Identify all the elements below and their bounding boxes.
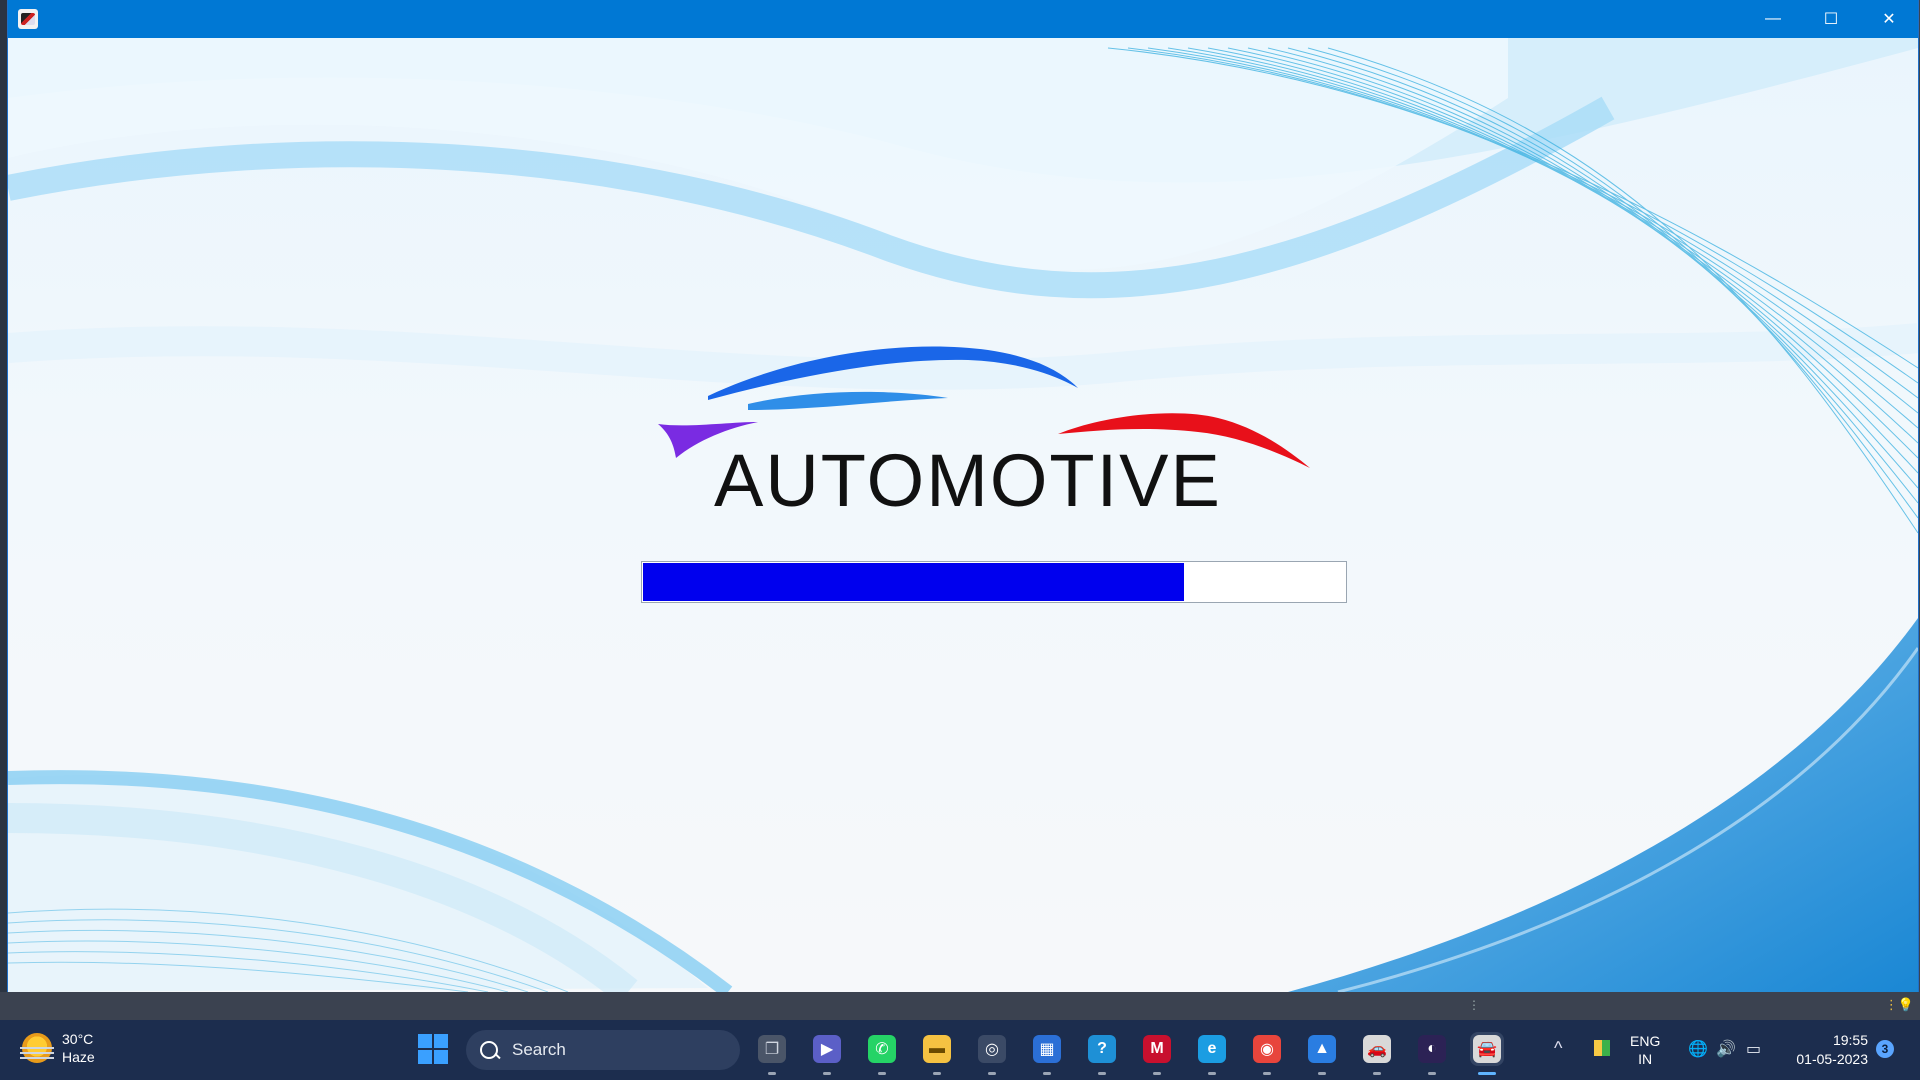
app-circle-icon: ◎ <box>978 1035 1006 1063</box>
running-indicator <box>1208 1072 1216 1075</box>
dots-icon: ⋮ <box>1468 998 1480 1012</box>
tray-app-icon[interactable] <box>1594 1040 1610 1056</box>
running-indicator <box>878 1072 886 1075</box>
taskbar-app-button[interactable]: ▬ <box>920 1032 954 1075</box>
search-icon <box>480 1041 498 1059</box>
desktop-edge <box>0 0 8 992</box>
taskbar: 30°C Haze Search ❐ ▶ ✆ ▬ ◎ ▦? Me ◉ ▲ 🚗 ◐ 🚘 ^ ENG IN… <box>0 1020 1920 1080</box>
taskbar-app-button[interactable]: ▶ <box>810 1032 844 1075</box>
taskbar-app-button[interactable]: ▲ <box>1305 1032 1339 1075</box>
teams-icon: ▶ <box>813 1035 841 1063</box>
clock-time: 19:55 <box>1832 1032 1868 1048</box>
eclipse-icon: ◐ <box>1418 1035 1446 1063</box>
clock[interactable]: 19:55 01-05-2023 <box>1786 1031 1868 1069</box>
taskbar-app-button[interactable]: M <box>1140 1032 1174 1075</box>
running-indicator <box>1478 1072 1496 1075</box>
maximize-button[interactable]: ☐ <box>1802 0 1860 38</box>
taskbar-app-button[interactable]: ? <box>1085 1032 1119 1075</box>
taskbar-search[interactable]: Search <box>466 1030 740 1070</box>
title-bar[interactable]: — ☐ ✕ <box>8 0 1918 38</box>
network-icon[interactable]: 🌐 <box>1688 1039 1708 1059</box>
car-app-icon: 🚗 <box>1363 1035 1391 1063</box>
running-indicator <box>988 1072 996 1075</box>
close-button[interactable]: ✕ <box>1860 0 1918 38</box>
splash-background: AUTOMOTIVE <box>8 38 1918 992</box>
start-button[interactable] <box>418 1034 448 1064</box>
taskbar-app-button[interactable]: ◎ <box>975 1032 1009 1075</box>
help-icon: ? <box>1088 1035 1116 1063</box>
progress-fill <box>643 563 1184 601</box>
taskbar-app-button[interactable]: ✆ <box>865 1032 899 1075</box>
automotive-app-icon: 🚘 <box>1473 1035 1501 1063</box>
windows-logo-icon <box>418 1034 432 1048</box>
running-indicator <box>1043 1072 1051 1075</box>
loading-progress-bar <box>641 561 1347 603</box>
edge-icon: e <box>1198 1035 1226 1063</box>
region-code: IN <box>1638 1051 1653 1067</box>
taskbar-app-button[interactable]: ◉ <box>1250 1032 1284 1075</box>
running-indicator <box>823 1072 831 1075</box>
running-indicator <box>1318 1072 1326 1075</box>
volume-icon[interactable]: 🔊 <box>1716 1039 1736 1059</box>
splash-window: — ☐ ✕ AUTOMOTIVE <box>8 0 1918 992</box>
search-placeholder: Search <box>512 1040 566 1059</box>
running-indicator <box>1263 1072 1271 1075</box>
weather-temperature: 30°C <box>62 1031 94 1047</box>
taskbar-app-button[interactable]: 🚘 <box>1470 1032 1504 1075</box>
haze-weather-icon <box>20 1033 54 1063</box>
task-view-icon: ❐ <box>758 1035 786 1063</box>
clock-date: 01-05-2023 <box>1796 1051 1868 1067</box>
running-indicator <box>1373 1072 1381 1075</box>
automotive-logo: AUTOMOTIVE <box>648 318 1348 522</box>
show-hidden-icons-chevron-icon[interactable]: ^ <box>1554 1038 1562 1059</box>
whatsapp-icon: ✆ <box>868 1035 896 1063</box>
photos-icon: ▲ <box>1308 1035 1336 1063</box>
running-indicator <box>1428 1072 1436 1075</box>
running-indicator <box>768 1072 776 1075</box>
taskbar-app-button[interactable]: ◐ <box>1415 1032 1449 1075</box>
weather-widget[interactable]: 30°C Haze <box>20 1030 95 1066</box>
taskbar-app-button[interactable]: ❐ <box>755 1032 789 1075</box>
running-indicator <box>1098 1072 1106 1075</box>
app-icon[interactable] <box>18 9 38 29</box>
desktop-strip: ⋮ ⋮💡 <box>0 992 1920 1020</box>
weather-condition: Haze <box>62 1049 95 1065</box>
mcafee-icon: M <box>1143 1035 1171 1063</box>
microsoft-store-icon: ▦ <box>1033 1035 1061 1063</box>
window-controls: — ☐ ✕ <box>1744 0 1918 38</box>
bulb-icon: ⋮💡 <box>1884 997 1914 1012</box>
notification-badge[interactable]: 3 <box>1876 1040 1894 1058</box>
running-indicator <box>1153 1072 1161 1075</box>
logo-text: AUTOMOTIVE <box>714 439 1222 522</box>
language-indicator[interactable]: ENG IN <box>1630 1032 1660 1068</box>
taskbar-app-button[interactable]: e <box>1195 1032 1229 1075</box>
battery-icon[interactable]: ▭ <box>1746 1039 1761 1059</box>
chrome-icon: ◉ <box>1253 1035 1281 1063</box>
running-indicator <box>933 1072 941 1075</box>
taskbar-app-button[interactable]: 🚗 <box>1360 1032 1394 1075</box>
file-explorer-icon: ▬ <box>923 1035 951 1063</box>
language-code: ENG <box>1630 1033 1661 1049</box>
taskbar-app-button[interactable]: ▦ <box>1030 1032 1064 1075</box>
minimize-button[interactable]: — <box>1744 0 1802 38</box>
